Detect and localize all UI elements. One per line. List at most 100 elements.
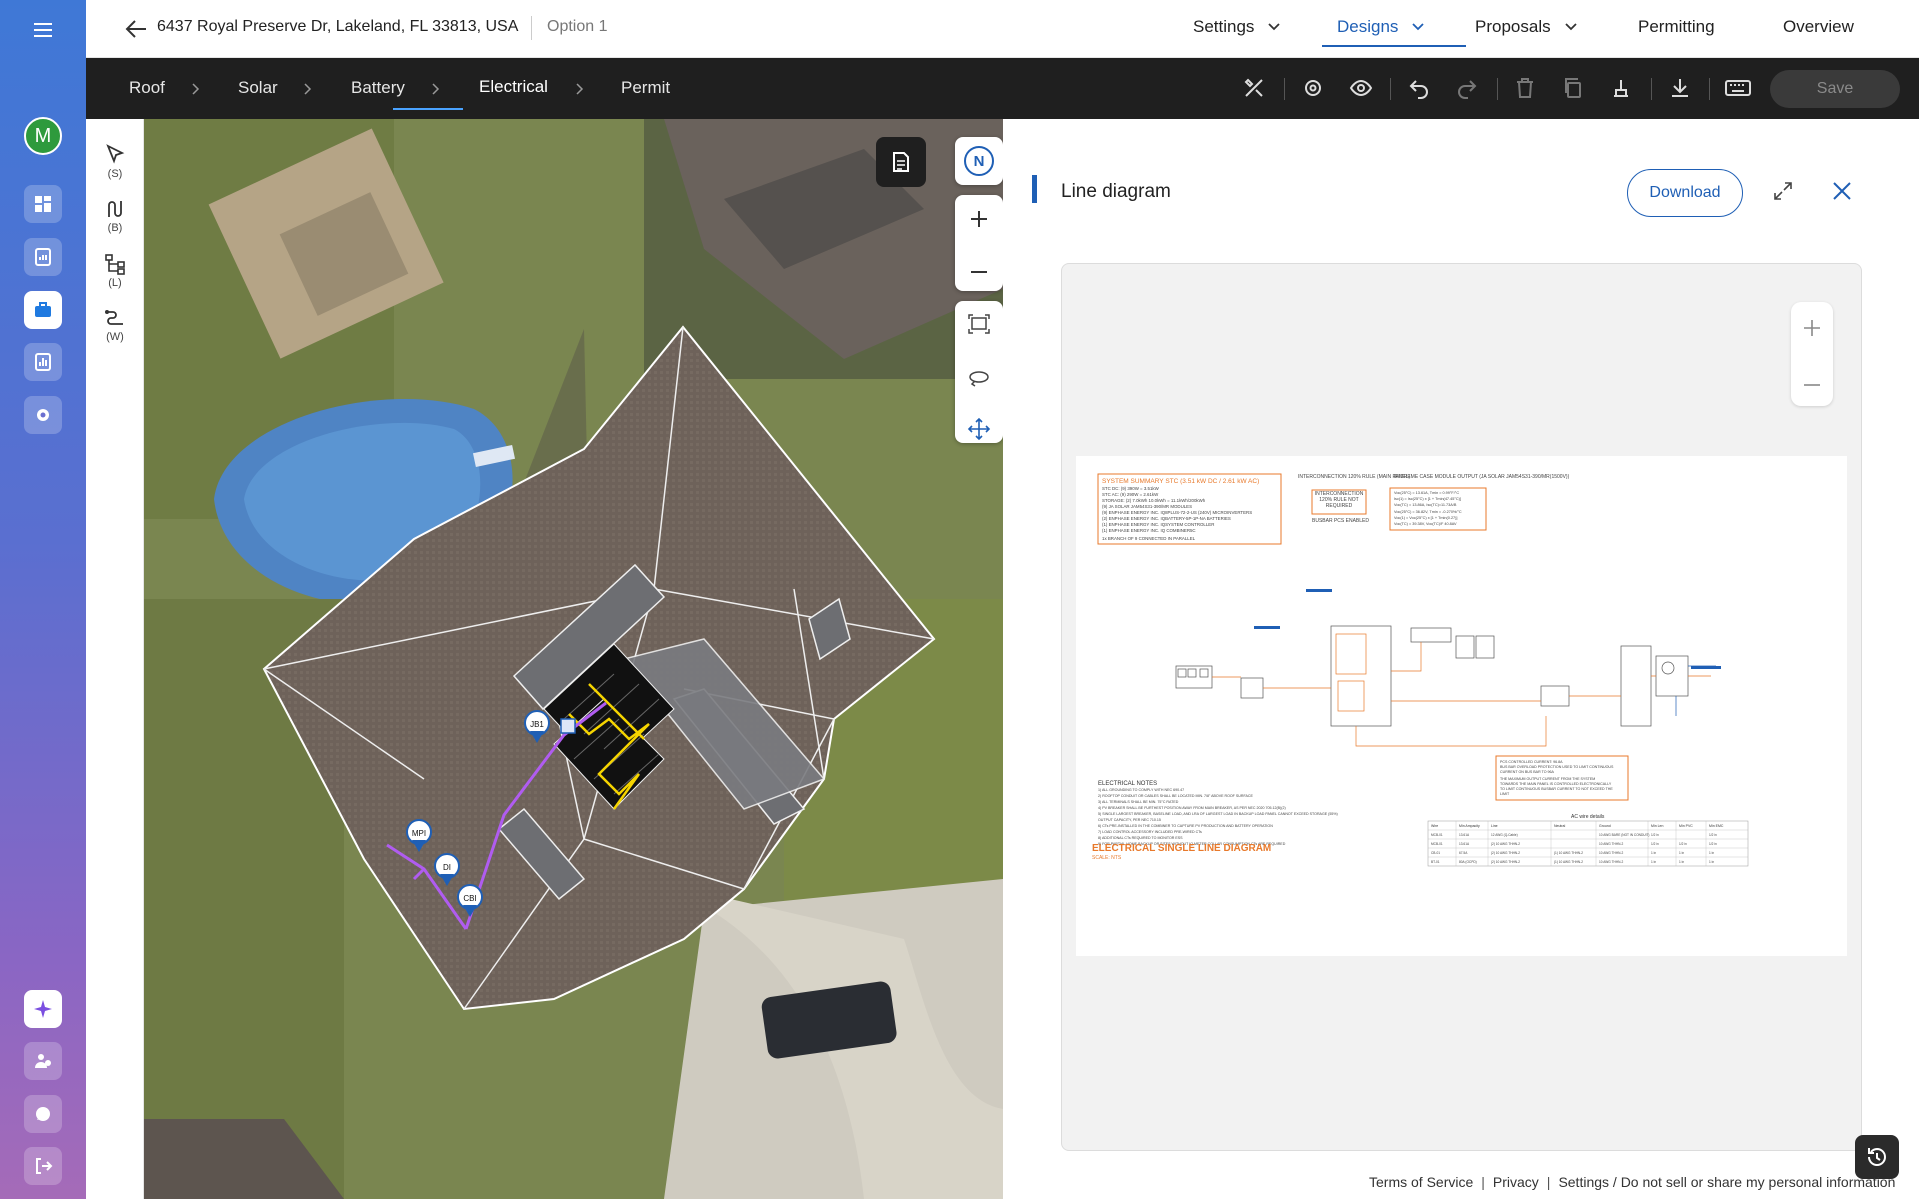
report-icon[interactable] — [24, 238, 62, 276]
table-row: CB-01 67.5A (2) 10 AWG THHN-2 (1) 10 AWG… — [1431, 851, 1714, 855]
expand-icon[interactable] — [1772, 180, 1794, 202]
divider — [531, 16, 532, 40]
wire-tool[interactable]: (W) — [100, 306, 130, 343]
table-cell: 80A (OCPD) — [1459, 860, 1477, 864]
extreme-lines: Voc(25°C) = 13.61A, Tmin = 0.99°F/°C Isc… — [1394, 491, 1462, 526]
fit-screen-icon[interactable] — [955, 301, 1003, 348]
logout-icon[interactable] — [24, 1147, 62, 1185]
privacy-settings-link[interactable]: Settings / Do not sell or share my perso… — [1558, 1174, 1895, 1190]
zoom-out-icon[interactable] — [955, 248, 1003, 296]
table-cell: 13.61A — [1459, 842, 1470, 846]
zoom-in-icon[interactable] — [1791, 302, 1833, 354]
pcs-line: TO LIMIT CONTINUOUS BUSBAR CURRENT TO NO… — [1500, 787, 1613, 791]
step-solar[interactable]: Solar — [238, 78, 278, 98]
tools-icon[interactable] — [1242, 76, 1266, 100]
active-nav-underline — [1322, 45, 1466, 47]
divider — [1284, 78, 1285, 100]
bar-chart-icon[interactable] — [24, 343, 62, 381]
table-cell: (2) 10 AWG THHN-2 — [1491, 851, 1520, 855]
hamburger-menu-icon[interactable] — [31, 18, 55, 42]
back-arrow-icon[interactable] — [124, 18, 148, 40]
table-header: Line — [1491, 824, 1498, 828]
top-header: 6437 Royal Preserve Dr, Lakeland, FL 338… — [86, 0, 1919, 58]
extreme-title: EXTREME CASE MODULE OUTPUT (JA SOLAR JAM… — [1394, 474, 1570, 480]
marker-label: JB1 — [530, 720, 544, 729]
divider — [1651, 78, 1652, 100]
select-tool[interactable]: (S) — [100, 143, 130, 180]
table-header: Wire — [1431, 824, 1438, 828]
save-button[interactable]: Save — [1770, 70, 1900, 108]
terms-link[interactable]: Terms of Service — [1369, 1174, 1473, 1190]
nav-permitting[interactable]: Permitting — [1638, 17, 1715, 37]
step-permit[interactable]: Permit — [621, 78, 670, 98]
nav-overview[interactable]: Overview — [1783, 17, 1854, 37]
copy-icon[interactable] — [1561, 76, 1585, 100]
privacy-link[interactable]: Privacy — [1493, 1174, 1539, 1190]
line-tool[interactable]: (L) — [100, 252, 130, 289]
table-cell: 1 in — [1709, 860, 1714, 864]
nav-designs[interactable]: Designs — [1337, 17, 1425, 37]
summary-lines: STC DC: (9) 390W = 3.51kW STC AC: (9) 29… — [1102, 486, 1252, 541]
step-electrical[interactable]: Electrical — [479, 77, 548, 97]
download-icon[interactable] — [1668, 76, 1692, 100]
users-icon[interactable] — [24, 1042, 62, 1080]
interconnection-box: INTERCONNECTION 120% RULE NOT REQUIRED — [1315, 491, 1364, 509]
gear-icon[interactable] — [1301, 76, 1325, 100]
download-button[interactable]: Download — [1627, 169, 1743, 217]
document-button[interactable] — [876, 137, 926, 187]
chat-icon[interactable] — [24, 1095, 62, 1133]
step-roof[interactable]: Roof — [129, 78, 165, 98]
table-header: Min PVC — [1679, 824, 1693, 828]
summary-line: (9) JA SOLAR JAM54S31-390/MR MODULES — [1102, 504, 1192, 509]
shortcut-label: (S) — [107, 168, 123, 180]
footer-divider: | — [1481, 1174, 1485, 1190]
shortcut-label: (L) — [108, 277, 122, 289]
footer-divider: | — [1546, 1174, 1551, 1190]
gear-icon[interactable] — [24, 396, 62, 434]
dashboard-icon[interactable] — [24, 185, 62, 223]
table-header: Ground — [1599, 824, 1611, 828]
satellite-map[interactable]: JB1 MPI DI CBI N — [144, 119, 1003, 1199]
rotate-view-icon[interactable] — [955, 353, 1003, 400]
history-button[interactable] — [1855, 1135, 1899, 1179]
pan-move-icon[interactable] — [955, 405, 1003, 452]
table-row: BT-01 80A (OCPD) (2) 10 AWG THHN-2 (1) 1… — [1431, 860, 1714, 864]
briefcase-icon[interactable] — [24, 291, 62, 329]
table-cell: 1 in — [1679, 851, 1684, 855]
select-arrow-icon — [106, 144, 125, 164]
pcs-lines: PCS CONTROLLED CURRENT: 96.8A BUS BAR OV… — [1500, 760, 1614, 796]
zoom-in-icon[interactable] — [955, 195, 1003, 243]
eye-icon[interactable] — [1349, 76, 1373, 100]
redo-icon[interactable] — [1455, 76, 1479, 100]
diagram-title: ELECTRICAL SINGLE LINE DIAGRAM — [1092, 843, 1271, 854]
avatar[interactable]: M — [24, 117, 62, 155]
table-cell: 1/2 in — [1709, 842, 1717, 846]
option-label[interactable]: Option 1 — [547, 18, 607, 36]
satellite-imagery: JB1 MPI DI CBI — [144, 119, 1003, 1199]
table-cell: (1) 10 AWG THHN-2 — [1554, 860, 1583, 864]
sparkle-icon[interactable] — [24, 990, 62, 1028]
keyboard-icon[interactable] — [1724, 76, 1752, 100]
nav-settings[interactable]: Settings — [1193, 17, 1281, 37]
step-battery[interactable]: Battery — [351, 78, 405, 98]
chevron-right-icon — [304, 83, 312, 95]
branch-tool[interactable]: (B) — [100, 197, 130, 234]
nav-overview-label: Overview — [1783, 17, 1854, 36]
compass-button[interactable]: N — [955, 137, 1003, 185]
zoom-out-icon[interactable] — [1791, 359, 1833, 411]
ac-wire-table: Wire Min Ampacity Line Neutral Ground Mi… — [1427, 820, 1749, 867]
close-icon[interactable] — [1831, 180, 1853, 202]
trash-icon[interactable] — [1513, 76, 1537, 100]
shortcut-label: (W) — [106, 331, 124, 343]
table-cell: (2) 10 AWG THHN-2 — [1491, 860, 1520, 864]
summary-line: (1) ENPHASE ENERGY INC. IQSYSTEM CONTROL… — [1102, 522, 1214, 527]
note-line: OUTPUT CAPACITY, PER NEC 710.15 — [1098, 818, 1161, 822]
table-cell: 12 AWG (Q-Cable) — [1491, 833, 1518, 837]
compass-north-label: N — [964, 146, 994, 176]
extreme-line: Voc(1) = Voc(25°C) x [1 + Tmin(0.27)] — [1394, 516, 1458, 520]
undo-icon[interactable] — [1407, 76, 1431, 100]
note-line: 1) ALL GROUNDING TO COMPLY WITH NEC 690.… — [1098, 788, 1184, 792]
brush-icon[interactable] — [1609, 76, 1633, 100]
nav-proposals[interactable]: Proposals — [1475, 17, 1577, 37]
extreme-line: Voc(25°C) = 13.61A, Tmin = 0.99°F/°C — [1394, 491, 1459, 495]
